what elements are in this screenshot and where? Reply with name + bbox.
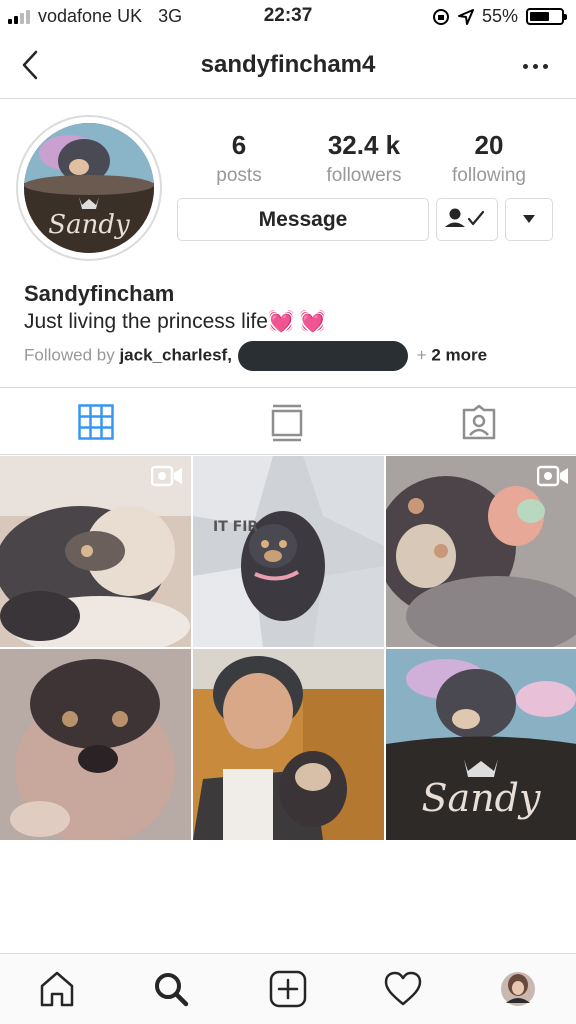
person-check-icon — [445, 208, 485, 227]
bio-hearts: 💓 💓 — [267, 310, 327, 333]
profile-bio: Just living the princess life💓 💓 — [24, 310, 326, 334]
bed-sandy-text: Sandy — [422, 776, 541, 820]
tab-tagged[interactable] — [461, 404, 497, 445]
more-options-button[interactable] — [523, 64, 548, 69]
activity-tab[interactable] — [384, 970, 422, 1013]
followers-count[interactable]: 32.4 k followers — [304, 130, 424, 187]
status-bar: vodafone UK 3G 22:37 55% — [0, 0, 576, 34]
profile-tab[interactable] — [500, 971, 536, 1012]
followed-more-count[interactable]: 2 more — [431, 345, 487, 364]
new-post-tab[interactable] — [269, 970, 307, 1013]
profile-display-name: Sandyfincham — [24, 281, 175, 306]
following-status-button[interactable] — [436, 198, 498, 241]
heart-icon — [384, 971, 422, 1006]
message-button[interactable]: Message — [177, 198, 429, 241]
posts-label: posts — [216, 165, 262, 186]
ellipsis-icon — [523, 64, 528, 69]
tab-feed[interactable] — [271, 404, 303, 447]
bio-text: Just living the princess life — [24, 310, 268, 333]
feed-icon — [271, 404, 303, 442]
grid-icon — [78, 404, 114, 440]
followers-value: 32.4 k — [327, 130, 401, 160]
home-icon — [40, 971, 74, 1007]
profile-tabs — [0, 387, 576, 455]
post-thumbnail[interactable]: Sandy — [386, 649, 576, 840]
post-thumbnail[interactable] — [386, 456, 576, 647]
svg-text:IT FIR: IT FIR — [213, 519, 258, 535]
post-image-puppy-closeup — [0, 649, 191, 840]
search-tab[interactable] — [152, 970, 190, 1013]
profile-username-title: sandyfincham4 — [200, 51, 376, 78]
battery-percent: 55% — [481, 6, 518, 26]
avatar-picture: Sandy — [24, 123, 154, 253]
post-image-man-holding-puppy — [193, 649, 384, 840]
post-image-puppy-in-bed: Sandy — [386, 649, 576, 840]
battery-icon — [526, 8, 567, 25]
profile-avatar[interactable]: Sandy — [16, 115, 162, 261]
followed-by-prefix: Followed by — [24, 345, 115, 365]
profile-nav-bar: sandyfincham4 — [0, 34, 576, 99]
svg-text:Sandy: Sandy — [48, 210, 130, 240]
caret-down-icon — [523, 215, 535, 223]
posts-value: 6 — [231, 130, 247, 160]
video-icon — [537, 465, 568, 487]
video-icon — [151, 465, 182, 487]
tab-grid[interactable] — [78, 404, 114, 445]
following-value: 20 — [474, 130, 504, 160]
post-image-puppy-on-wrapping: IT FIR — [193, 456, 384, 647]
add-icon — [269, 970, 307, 1008]
post-thumbnail[interactable] — [193, 649, 384, 840]
bottom-tab-bar — [0, 953, 576, 1024]
location-icon — [457, 8, 474, 25]
suggested-dropdown-button[interactable] — [505, 198, 553, 241]
home-tab[interactable] — [38, 970, 76, 1013]
followed-by-user[interactable]: jack_charlesf, — [119, 345, 231, 364]
tagged-icon — [462, 404, 496, 440]
followed-more-plus: + — [416, 345, 427, 365]
orientation-lock-icon — [432, 8, 449, 25]
following-count[interactable]: 20 following — [429, 130, 549, 187]
redacted-username — [237, 341, 408, 371]
post-thumbnail[interactable]: IT FIR — [193, 456, 384, 647]
post-thumbnail[interactable] — [0, 649, 191, 840]
followed-by-line[interactable]: Followed by jack_charlesf, + 2 more — [24, 341, 487, 371]
following-label: following — [452, 165, 526, 186]
profile-avatar-icon — [501, 972, 535, 1006]
followers-label: followers — [326, 165, 402, 186]
post-thumbnail[interactable] — [0, 456, 191, 647]
posts-count: 6 posts — [179, 130, 299, 187]
search-icon — [155, 973, 189, 1007]
